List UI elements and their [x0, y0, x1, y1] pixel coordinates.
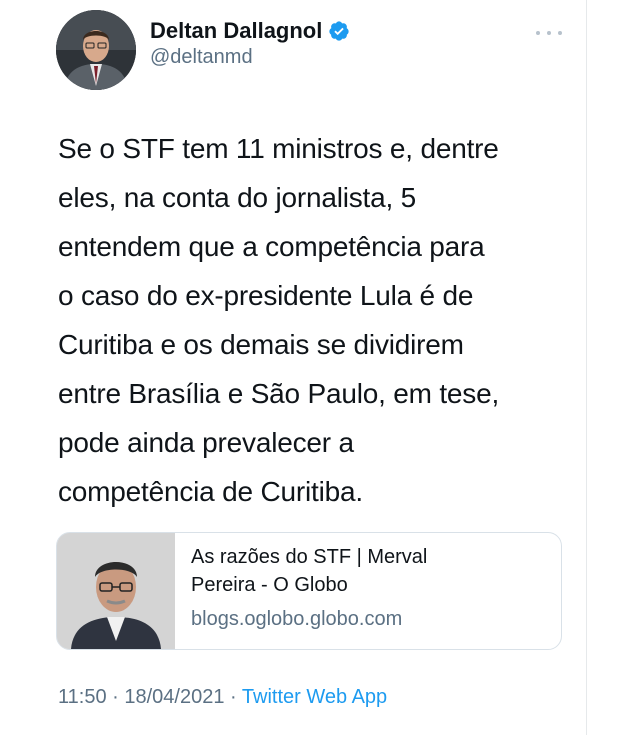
display-name[interactable]: Deltan Dallagnol — [150, 18, 322, 44]
meta-separator: · — [230, 686, 237, 708]
dot-icon — [536, 31, 540, 35]
tweet-line: competência de Curitiba. — [58, 476, 363, 507]
article-thumbnail-icon — [57, 533, 175, 649]
tweet-line: eles, na conta do jornalista, 5 — [58, 182, 417, 213]
divider — [586, 0, 587, 735]
tweet-line: pode ainda prevalecer a — [58, 427, 354, 458]
card-body: As razões do STF | Merval Pereira - O Gl… — [175, 533, 551, 649]
dot-icon — [558, 31, 562, 35]
tweet-text: Se o STF tem 11 ministros e, dentre eles… — [58, 124, 568, 516]
card-title-line: Pereira - O Globo — [191, 574, 348, 596]
tweet-line: Se o STF tem 11 ministros e, dentre — [58, 133, 499, 164]
card-domain: blogs.oglobo.globo.com — [191, 608, 403, 630]
tweet: Deltan Dallagnol @deltanmd Se o STF tem … — [0, 0, 586, 735]
dot-icon — [547, 31, 551, 35]
meta-separator: · — [112, 686, 119, 708]
avatar[interactable] — [56, 10, 136, 90]
tweet-time[interactable]: 11:50 — [58, 686, 107, 708]
card-title: As razões do STF | Merval Pereira - O Gl… — [191, 543, 551, 599]
tweet-line: entendem que a competência para — [58, 231, 485, 262]
tweet-source[interactable]: Twitter Web App — [242, 686, 387, 708]
article-thumbnail — [57, 533, 175, 649]
tweet-meta: 11:50 · 18/04/2021 · Twitter Web App — [58, 686, 387, 709]
author-name-row: Deltan Dallagnol — [150, 16, 350, 46]
card-title-line: As razões do STF | Merval — [191, 546, 428, 568]
tweet-line: o caso do ex-presidente Lula é de — [58, 280, 474, 311]
profile-photo-icon — [56, 10, 136, 90]
link-card[interactable]: As razões do STF | Merval Pereira - O Gl… — [56, 532, 562, 650]
tweet-date[interactable]: 18/04/2021 — [124, 686, 224, 708]
tweet-line: entre Brasília e São Paulo, em tese, — [58, 378, 500, 409]
author-handle[interactable]: @deltanmd — [150, 46, 253, 69]
tweet-line: Curitiba e os demais se dividirem — [58, 329, 464, 360]
verified-badge-icon — [329, 21, 349, 41]
more-options-icon[interactable] — [536, 28, 562, 38]
